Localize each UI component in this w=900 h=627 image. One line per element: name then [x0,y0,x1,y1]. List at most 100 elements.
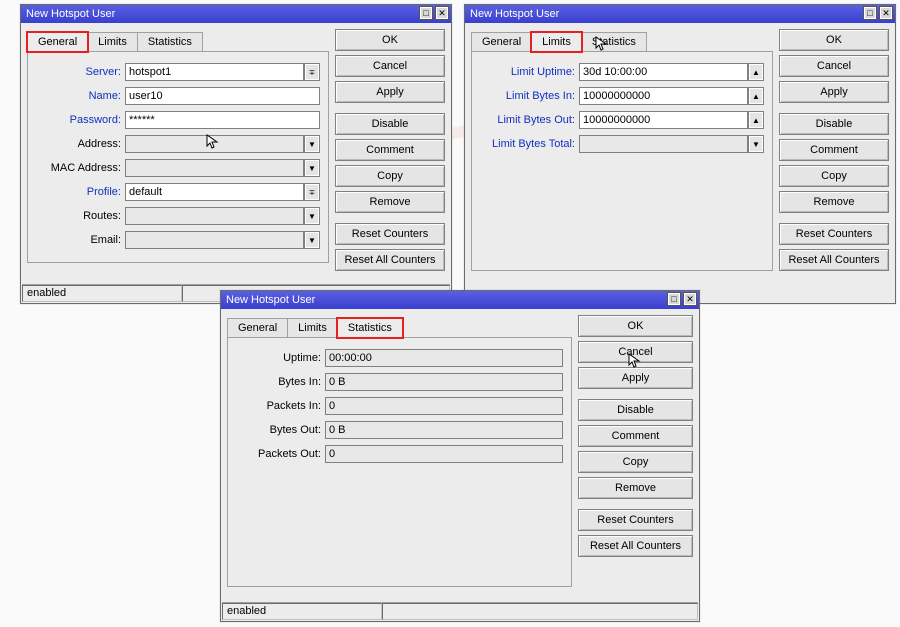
general-panel: Server: ∓ Name: Password: Address: ▼ [27,51,329,263]
ok-button[interactable]: OK [578,315,693,337]
chevron-up-icon[interactable]: ▲ [748,63,764,81]
bytesin-label: Bytes In: [236,376,321,388]
bytesin-value [325,373,563,391]
dropdown-icon[interactable]: ∓ [304,183,320,201]
reset-all-counters-button[interactable]: Reset All Counters [335,249,445,271]
tab-general[interactable]: General [27,32,88,52]
window-title: New Hotspot User [470,8,559,20]
minimize-icon[interactable]: □ [863,6,877,20]
window-statistics: New Hotspot User □ ✕ General Limits Stat… [220,290,700,622]
packetsout-label: Packets Out: [236,448,321,460]
address-label: Address: [36,138,121,150]
titlebar[interactable]: New Hotspot User □ ✕ [21,5,451,23]
tab-general[interactable]: General [471,32,532,52]
tab-bar: General Limits Statistics [227,315,572,337]
limit-uptime-label: Limit Uptime: [480,66,575,78]
chevron-down-icon[interactable]: ▼ [304,231,320,249]
packetsin-value [325,397,563,415]
titlebar[interactable]: New Hotspot User □ ✕ [221,291,699,309]
button-column: OK Cancel Apply Disable Comment Copy Rem… [779,29,889,271]
password-input[interactable] [125,111,320,129]
copy-button[interactable]: Copy [779,165,889,187]
titlebar[interactable]: New Hotspot User □ ✕ [465,5,895,23]
status-bar: enabled [222,602,698,620]
tab-limits[interactable]: Limits [531,32,582,52]
dropdown-icon[interactable]: ∓ [304,63,320,81]
routes-input[interactable] [125,207,304,225]
packetsin-label: Packets In: [236,400,321,412]
mac-label: MAC Address: [36,162,121,174]
apply-button[interactable]: Apply [779,81,889,103]
chevron-down-icon[interactable]: ▼ [748,135,764,153]
tab-statistics[interactable]: Statistics [337,318,403,338]
limits-panel: Limit Uptime: ▲ Limit Bytes In: ▲ Limit … [471,51,773,271]
bytesout-label: Bytes Out: [236,424,321,436]
reset-all-counters-button[interactable]: Reset All Counters [779,249,889,271]
limit-bytestotal-label: Limit Bytes Total: [480,138,575,150]
window-title: New Hotspot User [26,8,115,20]
apply-button[interactable]: Apply [578,367,693,389]
tab-statistics[interactable]: Statistics [581,32,647,52]
ok-button[interactable]: OK [779,29,889,51]
copy-button[interactable]: Copy [335,165,445,187]
chevron-down-icon[interactable]: ▼ [304,207,320,225]
status-text: enabled [22,285,182,302]
status-text: enabled [222,603,382,620]
button-column: OK Cancel Apply Disable Comment Copy Rem… [335,29,445,271]
chevron-up-icon[interactable]: ▲ [748,111,764,129]
mac-input[interactable] [125,159,304,177]
chevron-up-icon[interactable]: ▲ [748,87,764,105]
tab-limits[interactable]: Limits [87,32,138,52]
disable-button[interactable]: Disable [335,113,445,135]
limit-bytesin-label: Limit Bytes In: [480,90,575,102]
email-input[interactable] [125,231,304,249]
close-icon[interactable]: ✕ [879,6,893,20]
window-limits: New Hotspot User □ ✕ General Limits Stat… [464,4,896,304]
uptime-label: Uptime: [236,352,321,364]
close-icon[interactable]: ✕ [435,6,449,20]
tab-limits[interactable]: Limits [287,318,338,338]
server-label: Server: [36,66,121,78]
packetsout-value [325,445,563,463]
routes-label: Routes: [36,210,121,222]
reset-all-counters-button[interactable]: Reset All Counters [578,535,693,557]
reset-counters-button[interactable]: Reset Counters [779,223,889,245]
disable-button[interactable]: Disable [779,113,889,135]
button-column: OK Cancel Apply Disable Comment Copy Rem… [578,315,693,587]
apply-button[interactable]: Apply [335,81,445,103]
reset-counters-button[interactable]: Reset Counters [335,223,445,245]
name-input[interactable] [125,87,320,105]
tab-general[interactable]: General [227,318,288,338]
reset-counters-button[interactable]: Reset Counters [578,509,693,531]
comment-button[interactable]: Comment [779,139,889,161]
limit-bytesout-input[interactable] [579,111,748,129]
limit-bytesout-label: Limit Bytes Out: [480,114,575,126]
remove-button[interactable]: Remove [779,191,889,213]
address-input[interactable] [125,135,304,153]
limit-uptime-input[interactable] [579,63,748,81]
limit-bytestotal-input[interactable] [579,135,748,153]
disable-button[interactable]: Disable [578,399,693,421]
profile-input[interactable] [125,183,304,201]
ok-button[interactable]: OK [335,29,445,51]
server-input[interactable] [125,63,304,81]
comment-button[interactable]: Comment [335,139,445,161]
bytesout-value [325,421,563,439]
cancel-button[interactable]: Cancel [578,341,693,363]
uptime-value [325,349,563,367]
cancel-button[interactable]: Cancel [335,55,445,77]
close-icon[interactable]: ✕ [683,292,697,306]
minimize-icon[interactable]: □ [667,292,681,306]
copy-button[interactable]: Copy [578,451,693,473]
chevron-down-icon[interactable]: ▼ [304,159,320,177]
tab-bar: General Limits Statistics [471,29,773,51]
remove-button[interactable]: Remove [578,477,693,499]
minimize-icon[interactable]: □ [419,6,433,20]
cancel-button[interactable]: Cancel [779,55,889,77]
remove-button[interactable]: Remove [335,191,445,213]
comment-button[interactable]: Comment [578,425,693,447]
chevron-down-icon[interactable]: ▼ [304,135,320,153]
limit-bytesin-input[interactable] [579,87,748,105]
tab-statistics[interactable]: Statistics [137,32,203,52]
email-label: Email: [36,234,121,246]
